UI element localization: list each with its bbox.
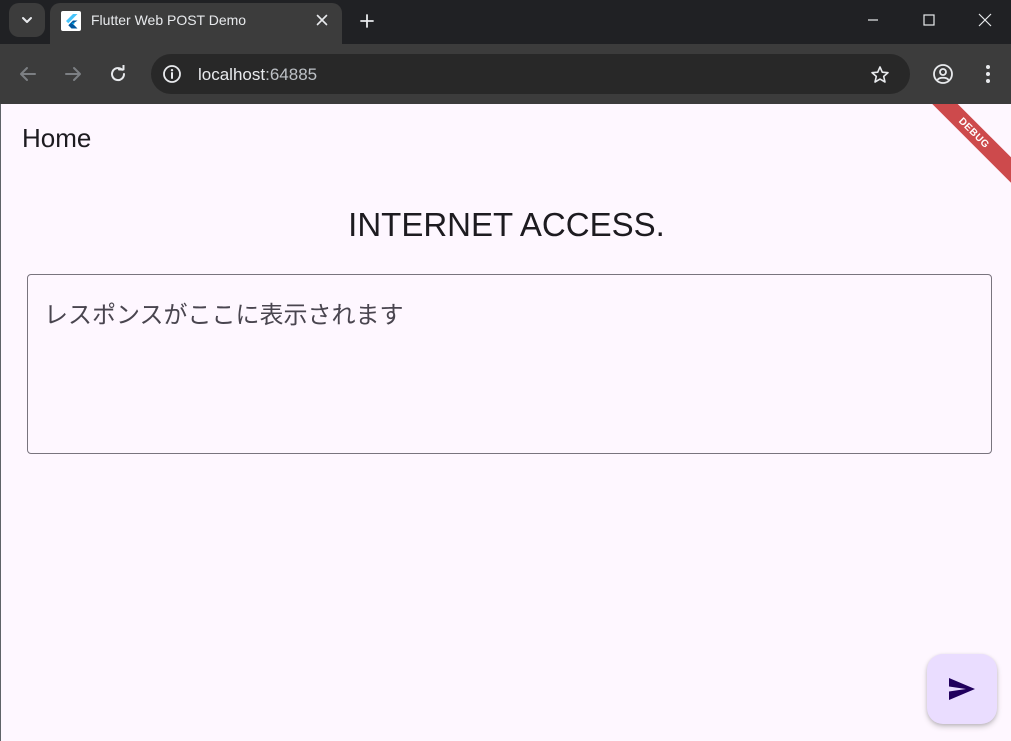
minimize-button[interactable] [845, 0, 901, 40]
browser-tab-strip: Flutter Web POST Demo [0, 0, 1011, 44]
tab-close-button[interactable] [312, 10, 332, 30]
url-port: :64885 [265, 65, 318, 84]
arrow-left-icon [20, 67, 36, 81]
response-textarea[interactable]: レスポンスがここに表示されます [27, 274, 992, 454]
flutter-favicon-icon [61, 11, 81, 31]
account-circle-icon [933, 64, 953, 84]
debug-banner-label: DEBUG [956, 115, 992, 151]
maximize-button[interactable] [901, 0, 957, 40]
appbar-title: Home [22, 123, 92, 153]
site-info-icon[interactable] [161, 63, 183, 85]
arrow-right-icon [65, 67, 81, 81]
send-button[interactable] [927, 654, 997, 724]
maximize-icon [923, 14, 935, 26]
more-vertical-icon [986, 65, 990, 83]
send-icon [949, 678, 975, 700]
page-heading: INTERNET ACCESS. [348, 206, 665, 243]
plus-icon [360, 14, 374, 28]
back-button[interactable] [12, 58, 44, 90]
response-placeholder: レスポンスがここに表示されます [44, 302, 404, 329]
close-icon [978, 13, 992, 27]
browser-tab[interactable]: Flutter Web POST Demo [50, 3, 342, 44]
page-viewport: Home DEBUG INTERNET ACCESS. レスポンスがここに表示さ… [0, 104, 1011, 741]
browser-toolbar: localhost:64885 [0, 44, 1011, 104]
address-bar[interactable]: localhost:64885 [151, 54, 910, 94]
profile-button[interactable] [927, 58, 959, 90]
url-host: localhost [198, 65, 266, 84]
close-icon [316, 14, 328, 26]
tab-title: Flutter Web POST Demo [91, 12, 247, 28]
debug-banner: DEBUG [914, 104, 1011, 193]
bookmark-star-icon[interactable] [868, 63, 892, 87]
minimize-icon [868, 19, 878, 21]
url-text[interactable]: localhost:64885 [198, 65, 317, 85]
tab-search-button[interactable] [9, 3, 45, 37]
reload-button[interactable] [102, 58, 134, 90]
close-window-button[interactable] [957, 0, 1011, 40]
new-tab-button[interactable] [354, 8, 380, 34]
browser-menu-button[interactable] [972, 58, 1004, 90]
forward-button[interactable] [57, 58, 89, 90]
chevron-down-icon [22, 17, 32, 23]
reload-icon [111, 65, 126, 82]
